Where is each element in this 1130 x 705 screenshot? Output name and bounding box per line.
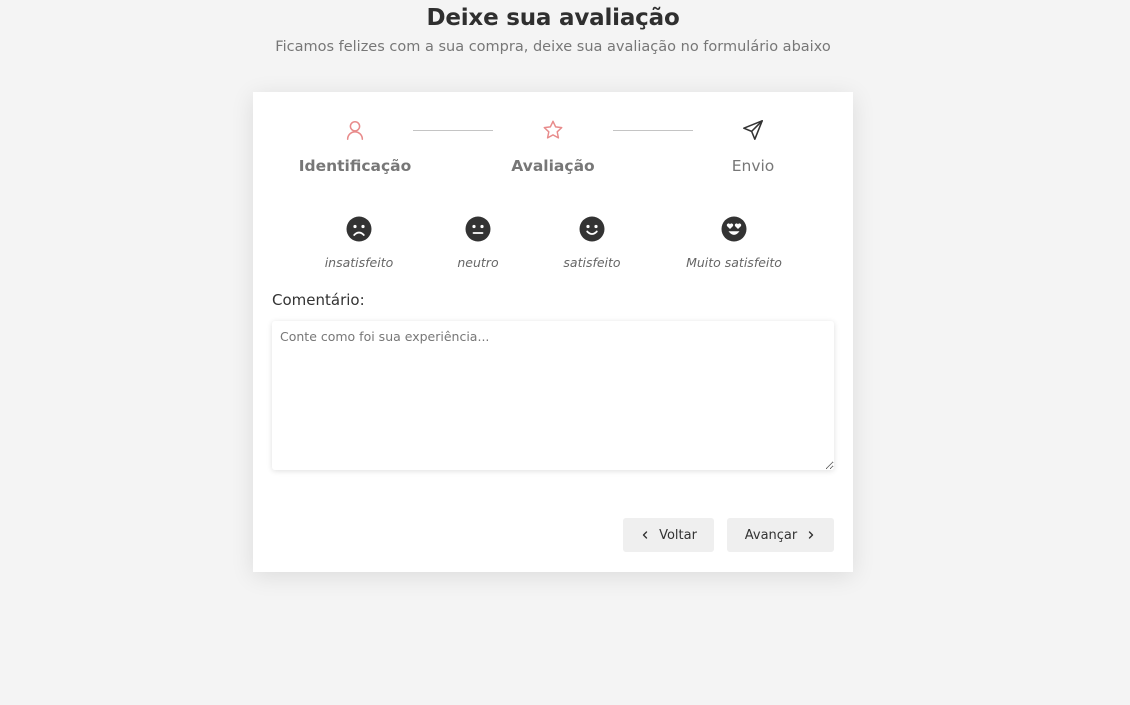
neutral-face-icon	[465, 216, 491, 242]
back-button[interactable]: Voltar	[623, 518, 714, 552]
smile-face-icon	[579, 216, 605, 242]
comment-textarea[interactable]	[272, 321, 834, 470]
step-connector	[613, 130, 693, 131]
page-title: Deixe sua avaliação	[426, 5, 680, 31]
rating-label: satisfeito	[563, 255, 621, 270]
page-header: Deixe sua avaliação Ficamos felizes com …	[0, 0, 1106, 57]
step-label: Avaliação	[511, 157, 595, 175]
comment-label: Comentário:	[272, 291, 365, 309]
page-subtitle: Ficamos felizes com a sua compra, deixe …	[275, 39, 831, 55]
review-form-card: Identificação Avaliação Envio insatisfei…	[253, 92, 853, 572]
step-label: Envio	[731, 157, 775, 175]
send-icon	[743, 120, 763, 140]
chevron-right-icon	[809, 531, 814, 539]
user-icon	[346, 120, 364, 140]
step-connector	[413, 130, 493, 131]
star-icon	[543, 120, 563, 139]
step-label: Identificação	[298, 157, 412, 175]
heart-eyes-face-icon	[721, 216, 747, 242]
chevron-left-icon	[642, 531, 648, 539]
back-button-label: Voltar	[659, 527, 697, 543]
next-button[interactable]: Avançar	[727, 518, 834, 552]
rating-label: Muito satisfeito	[686, 255, 782, 270]
frown-face-icon	[346, 216, 372, 242]
next-button-label: Avançar	[744, 527, 798, 543]
